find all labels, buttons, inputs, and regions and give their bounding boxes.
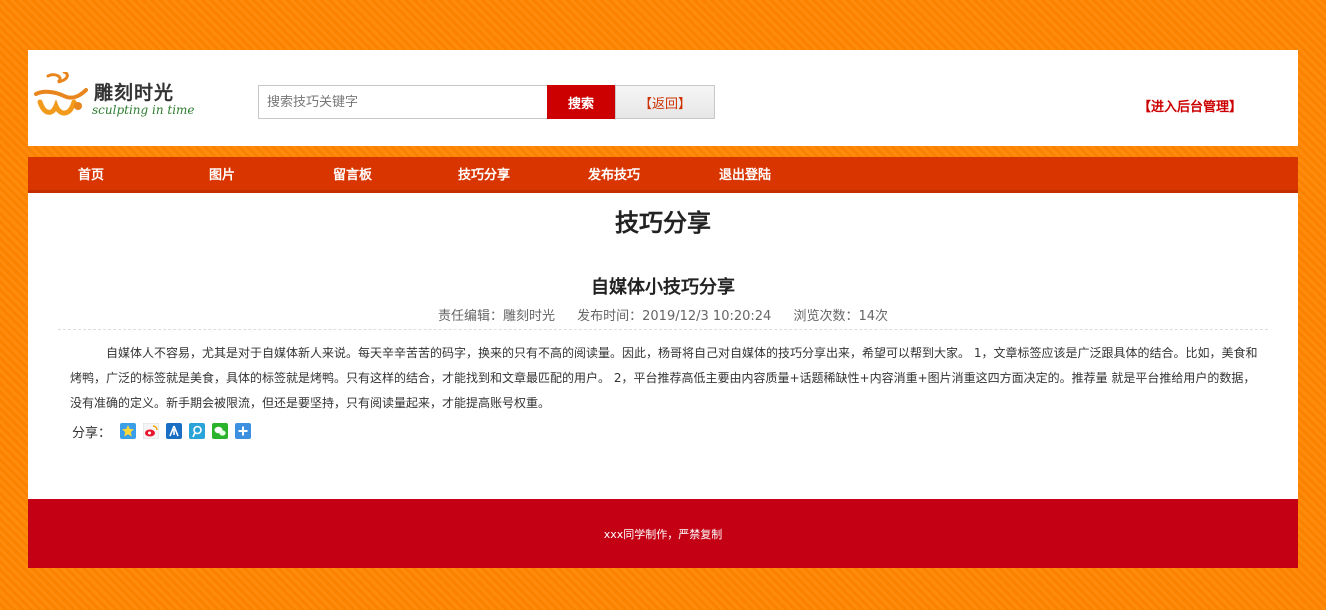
more-share-icon[interactable] xyxy=(235,423,252,439)
footer-copyright: xxx同学制作，严禁复制 xyxy=(603,528,723,541)
nav-item-logout[interactable]: 退出登陆 xyxy=(719,157,771,193)
site-footer: xxx同学制作，严禁复制 xyxy=(28,499,1298,568)
nav-item-tips-share[interactable]: 技巧分享 xyxy=(458,157,510,193)
logo-mark-icon xyxy=(34,72,88,116)
article-publish-time: 发布时间：2019/12/3 10:20:24 xyxy=(577,309,772,324)
article-editor: 责任编辑：雕刻时光 xyxy=(437,309,555,324)
page-container: 雕刻时光 sculpting in time 搜索 【返回】 【进入后台管理】 … xyxy=(28,50,1298,568)
article-views: 浏览次数：14次 xyxy=(793,309,889,324)
tencent-weibo-icon[interactable] xyxy=(189,423,206,439)
site-header: 雕刻时光 sculpting in time 搜索 【返回】 【进入后台管理】 xyxy=(28,50,1298,146)
main-nav: 首页 图片 留言板 技巧分享 发布技巧 退出登陆 xyxy=(28,157,1298,193)
renren-icon[interactable] xyxy=(166,423,183,439)
nav-item-message-board[interactable]: 留言板 xyxy=(333,157,372,193)
nav-item-home[interactable]: 首页 xyxy=(78,157,104,193)
search-input[interactable] xyxy=(258,85,553,119)
article-meta: 责任编辑：雕刻时光 发布时间：2019/12/3 10:20:24 浏览次数：1… xyxy=(28,305,1298,324)
section-title: 技巧分享 xyxy=(615,209,711,237)
site-logo[interactable]: 雕刻时光 sculpting in time xyxy=(34,72,204,120)
nav-item-publish-tips[interactable]: 发布技巧 xyxy=(588,157,640,193)
search-button[interactable]: 搜索 xyxy=(547,85,615,119)
weibo-icon[interactable] xyxy=(143,423,160,439)
nav-item-pictures[interactable]: 图片 xyxy=(209,157,235,193)
back-button[interactable]: 【返回】 xyxy=(615,85,715,119)
share-label: 分享： xyxy=(72,425,112,441)
article-body: 自媒体人不容易，尤其是对于自媒体新人来说。每天辛辛苦苦的码字，换来的只有不高的阅… xyxy=(70,346,1258,410)
qzone-icon[interactable] xyxy=(120,423,137,439)
wechat-icon[interactable] xyxy=(212,423,229,439)
admin-panel-link[interactable]: 【进入后台管理】 xyxy=(1138,96,1242,115)
share-bar: 分享： xyxy=(72,421,252,441)
main-content: 技巧分享 自媒体小技巧分享 责任编辑：雕刻时光 发布时间：2019/12/3 1… xyxy=(28,193,1298,499)
logo-english-text: sculpting in time xyxy=(92,103,195,117)
article-title: 自媒体小技巧分享 xyxy=(591,277,735,298)
logo-chinese-text: 雕刻时光 xyxy=(94,82,175,104)
divider xyxy=(58,329,1268,330)
